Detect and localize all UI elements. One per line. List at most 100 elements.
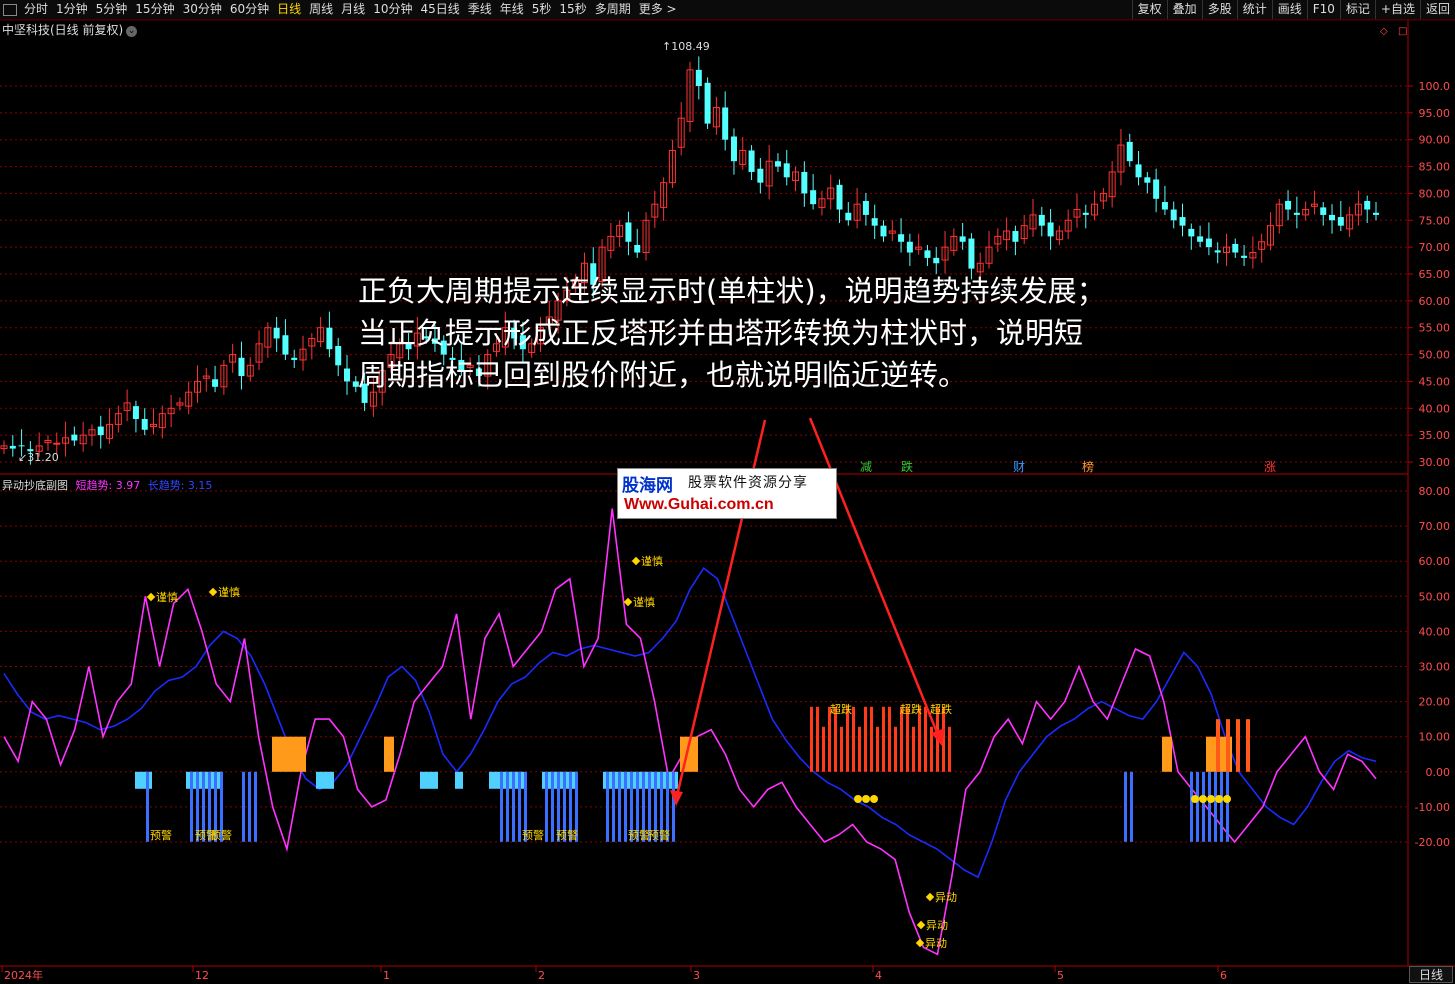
candle-body — [1161, 202, 1168, 210]
negative-signal-stripe — [254, 771, 257, 842]
caution-marker-diamond — [208, 587, 218, 597]
caution-marker: 谨慎 — [633, 595, 655, 609]
candle-body — [238, 357, 245, 377]
caution-marker-diamond — [146, 592, 156, 602]
price-axis-label: 55.00 — [1419, 322, 1451, 335]
money-bag-icon — [870, 795, 878, 803]
anomaly-marker-diamond — [925, 892, 935, 902]
super-drop-stripe — [840, 726, 843, 772]
negative-signal-stripe — [1226, 771, 1229, 842]
time-axis-label: 12 — [195, 969, 209, 982]
watermark-url: Www.Guhai.com.cn — [624, 496, 774, 513]
candle-body — [335, 345, 342, 366]
indicator-axis-label: 40.00 — [1419, 625, 1451, 638]
negative-signal-stripe — [500, 771, 503, 842]
money-bag-icon — [1191, 795, 1199, 803]
candle-body — [1205, 238, 1212, 248]
event-tag: 榜 — [1082, 459, 1094, 474]
price-axis-label: 50.00 — [1419, 349, 1451, 362]
candle-body — [933, 257, 940, 264]
candle-body — [71, 434, 78, 441]
super-drop-stripe — [846, 706, 849, 772]
indicator-axis-label: 20.00 — [1419, 696, 1451, 709]
candle-body — [53, 442, 61, 445]
candle-body — [1329, 214, 1336, 221]
positive-signal-bar — [1162, 736, 1172, 772]
candle-body — [1047, 222, 1054, 237]
indicator-axis-label: -20.00 — [1415, 836, 1450, 849]
super-drop-stripe — [852, 706, 855, 772]
anomaly-marker: 异动 — [925, 937, 947, 950]
caution-marker: 谨慎 — [218, 585, 240, 599]
time-axis-label: 2024年 — [4, 968, 43, 982]
period-indicator[interactable]: 日线 — [1409, 966, 1453, 983]
candle-body — [1153, 179, 1160, 199]
candle-body — [1241, 255, 1248, 258]
time-axis-label: 6 — [1220, 969, 1227, 982]
super-drop-stripe — [948, 726, 951, 772]
super-drop-stripe — [912, 726, 915, 772]
negative-signal-stripe — [1202, 771, 1205, 842]
indicator-title: 异动抄底副图 短趋势: 3.97 长趋势: 3.15 — [2, 477, 216, 493]
candle-body — [898, 234, 905, 242]
candle-body — [18, 445, 25, 447]
candle-body — [1188, 228, 1195, 237]
super-drop-stripe — [816, 706, 819, 772]
super-drop-stripe — [918, 706, 921, 772]
negative-signal-bar — [455, 771, 463, 789]
negative-signal-bar — [420, 771, 438, 789]
price-axis-label: 30.00 — [1419, 456, 1451, 469]
low-price-label: ↙31.20 — [18, 451, 59, 464]
price-axis-label: 85.00 — [1419, 161, 1451, 174]
candle-body — [1144, 177, 1151, 183]
price-axis-label: 35.00 — [1419, 429, 1451, 442]
positive-signal-stripe — [1246, 719, 1250, 772]
negative-signal-stripe — [512, 771, 515, 842]
price-axis-label: 45.00 — [1419, 375, 1451, 388]
candle-body — [880, 225, 887, 237]
negative-signal-stripe — [672, 771, 675, 842]
money-bag-icon — [1215, 795, 1223, 803]
diamond-icon: ◇ — [1380, 26, 1388, 37]
negative-signal-stripe — [1124, 771, 1127, 842]
candle-body — [704, 82, 711, 124]
candle-body — [1082, 212, 1089, 215]
candle-body — [282, 335, 289, 355]
indicator-axis-label: 10.00 — [1419, 731, 1451, 744]
candle-body — [801, 171, 808, 194]
indicator-axis-label: -10.00 — [1415, 801, 1450, 814]
negative-signal-stripe — [1220, 771, 1223, 842]
negative-signal-stripe — [1214, 771, 1217, 842]
anomaly-marker-diamond — [916, 920, 926, 930]
negative-signal-stripe — [545, 771, 548, 842]
indicator-axis-label: 80.00 — [1419, 485, 1451, 498]
positive-signal-stripe — [1226, 719, 1230, 772]
super-drop-marker: 超跌 — [900, 702, 922, 716]
negative-signal-stripe — [1208, 771, 1211, 842]
super-drop-marker: 超跌 — [930, 702, 952, 716]
price-axis-label: 100.0 — [1419, 80, 1451, 93]
candle-body — [757, 168, 764, 183]
negative-signal-stripe — [1130, 771, 1133, 842]
super-drop-stripe — [876, 726, 879, 772]
super-drop-stripe — [882, 706, 885, 772]
indicator-name: 异动抄底副图 — [2, 479, 68, 492]
super-drop-stripe — [906, 706, 909, 772]
money-bag-icon — [1223, 795, 1231, 803]
caution-marker: 谨慎 — [641, 554, 663, 568]
candle-body — [810, 190, 817, 205]
candle-body — [141, 419, 148, 430]
event-tag: 减 — [860, 460, 872, 474]
caution-marker: 谨慎 — [156, 590, 178, 604]
price-axis-label: 70.00 — [1419, 241, 1451, 254]
candle-body — [871, 218, 878, 226]
caution-marker-diamond — [631, 556, 641, 566]
money-bag-icon — [1207, 795, 1215, 803]
negative-signal-stripe — [242, 771, 245, 842]
positive-signal-stripe — [1236, 719, 1240, 772]
negative-signal-stripe — [518, 771, 521, 842]
candle-body — [1197, 236, 1204, 242]
annotation-line: 周期指标已回到股价附近，也就说明临近逆转。 — [358, 358, 968, 392]
candle-body — [1012, 231, 1019, 242]
annotation-text: 正负大周期提示连续显示时(单柱状)，说明趋势持续发展； 当正负提示形成正反塔形并… — [358, 270, 1178, 396]
